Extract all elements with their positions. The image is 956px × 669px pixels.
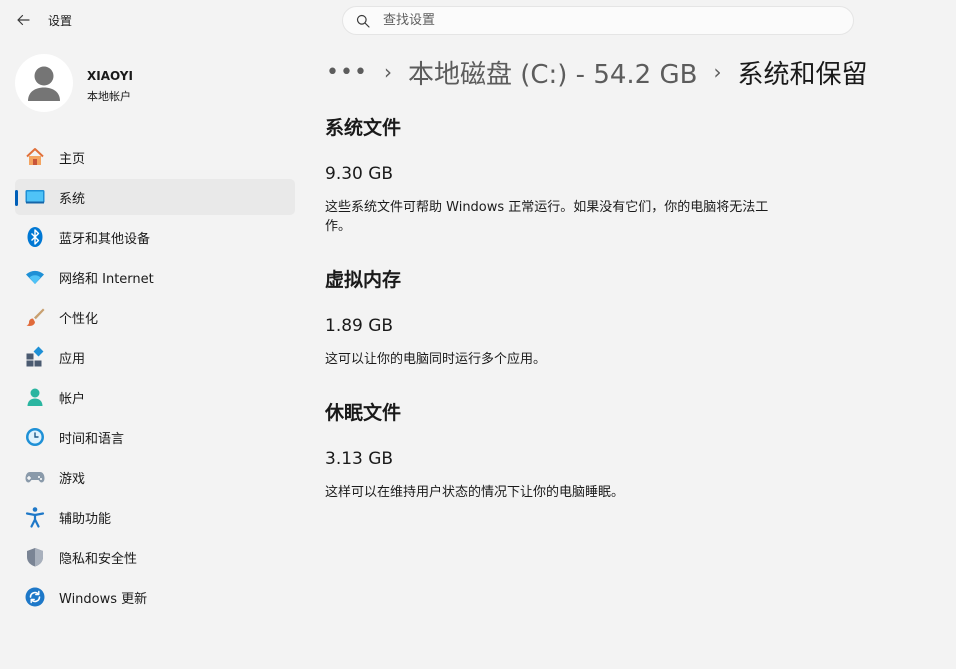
sidebar-item-accounts[interactable]: 帐户 <box>15 379 295 415</box>
section-size: 3.13 GB <box>325 449 394 469</box>
sidebar-item-gaming[interactable]: 游戏 <box>15 459 295 495</box>
sidebar-item-label: 隐私和安全性 <box>59 551 138 567</box>
search-input[interactable] <box>381 12 805 29</box>
update-icon <box>24 586 46 608</box>
search-icon <box>355 13 371 29</box>
sidebar-item-label: 应用 <box>59 351 86 367</box>
sidebar-item-label: 帐户 <box>59 391 86 407</box>
sidebar-item-accessibility[interactable]: 辅助功能 <box>15 499 295 535</box>
gamepad-icon <box>24 466 46 488</box>
breadcrumb-parent-link[interactable]: 本地磁盘 (C:) - 54.2 GB <box>408 54 698 91</box>
search-box[interactable] <box>342 6 854 35</box>
monitor-icon <box>24 186 46 208</box>
user-profile[interactable]: XIAOYI 本地帐户 <box>15 54 295 116</box>
breadcrumb-more-button[interactable]: ••• <box>326 60 368 85</box>
sidebar-item-label: 主页 <box>59 151 86 167</box>
sidebar-item-label: 网络和 Internet <box>59 271 154 287</box>
sidebar-item-label: 个性化 <box>59 311 99 327</box>
back-arrow-icon <box>17 14 30 26</box>
sidebar-nav: 主页 系统 蓝牙和其他设备 网络和 Internet 个性化 应用 帐户 时间和… <box>15 139 295 619</box>
accessibility-icon <box>24 506 46 528</box>
chevron-right-icon: › <box>713 60 722 84</box>
section-title: 系统文件 <box>325 117 402 139</box>
user-name: XIAOYI <box>87 69 133 83</box>
sidebar-item-label: Windows 更新 <box>59 591 148 607</box>
section-title: 虚拟内存 <box>325 269 402 291</box>
shield-icon <box>24 546 46 568</box>
apps-icon <box>24 346 46 368</box>
section-size: 9.30 GB <box>325 164 394 184</box>
storage-details: 系统文件 9.30 GB 这些系统文件可帮助 Windows 正常运行。如果没有… <box>325 114 785 532</box>
sidebar-item-network[interactable]: 网络和 Internet <box>15 259 295 295</box>
sidebar-item-label: 游戏 <box>59 471 86 487</box>
sidebar-item-system[interactable]: 系统 <box>15 179 295 215</box>
section-description: 这可以让你的电脑同时运行多个应用。 <box>325 352 547 367</box>
sidebar-item-label: 辅助功能 <box>59 511 112 527</box>
home-icon <box>24 146 46 168</box>
sidebar-item-home[interactable]: 主页 <box>15 139 295 175</box>
sidebar-item-label: 系统 <box>59 191 86 207</box>
title-bar: 设置 <box>0 0 956 42</box>
user-avatar-icon <box>28 66 60 101</box>
selection-indicator <box>15 190 18 206</box>
section-size: 1.89 GB <box>325 316 394 336</box>
clock-globe-icon <box>24 426 46 448</box>
page-title: 系统和保留 <box>737 59 868 90</box>
section-virtual-memory: 虚拟内存 1.89 GB 这可以让你的电脑同时运行多个应用。 <box>325 266 785 369</box>
section-description: 这些系统文件可帮助 Windows 正常运行。如果没有它们，你的电脑将无法工作。 <box>325 200 769 234</box>
breadcrumb: ••• › 本地磁盘 (C:) - 54.2 GB › 系统和保留 <box>326 52 867 92</box>
person-icon <box>24 386 46 408</box>
sidebar-item-bluetooth[interactable]: 蓝牙和其他设备 <box>15 219 295 255</box>
wifi-icon <box>24 266 46 288</box>
sidebar-item-time-language[interactable]: 时间和语言 <box>15 419 295 455</box>
sidebar-item-personalization[interactable]: 个性化 <box>15 299 295 335</box>
sidebar-item-privacy-security[interactable]: 隐私和安全性 <box>15 539 295 575</box>
paintbrush-icon <box>24 306 46 328</box>
chevron-right-icon: › <box>383 60 392 84</box>
section-system-files: 系统文件 9.30 GB 这些系统文件可帮助 Windows 正常运行。如果没有… <box>325 114 785 236</box>
section-title: 休眠文件 <box>325 402 402 424</box>
sidebar-item-label: 蓝牙和其他设备 <box>59 231 151 247</box>
back-button[interactable] <box>12 9 34 31</box>
sidebar-item-label: 时间和语言 <box>59 431 125 447</box>
section-description: 这样可以在维持用户状态的情况下让你的电脑睡眠。 <box>325 485 625 500</box>
sidebar-item-apps[interactable]: 应用 <box>15 339 295 375</box>
account-type: 本地帐户 <box>87 90 131 103</box>
app-title: 设置 <box>48 14 73 28</box>
avatar <box>15 54 73 112</box>
section-hibernation-file: 休眠文件 3.13 GB 这样可以在维持用户状态的情况下让你的电脑睡眠。 <box>325 399 785 502</box>
bluetooth-icon <box>24 226 46 248</box>
sidebar-item-windows-update[interactable]: Windows 更新 <box>15 579 295 615</box>
